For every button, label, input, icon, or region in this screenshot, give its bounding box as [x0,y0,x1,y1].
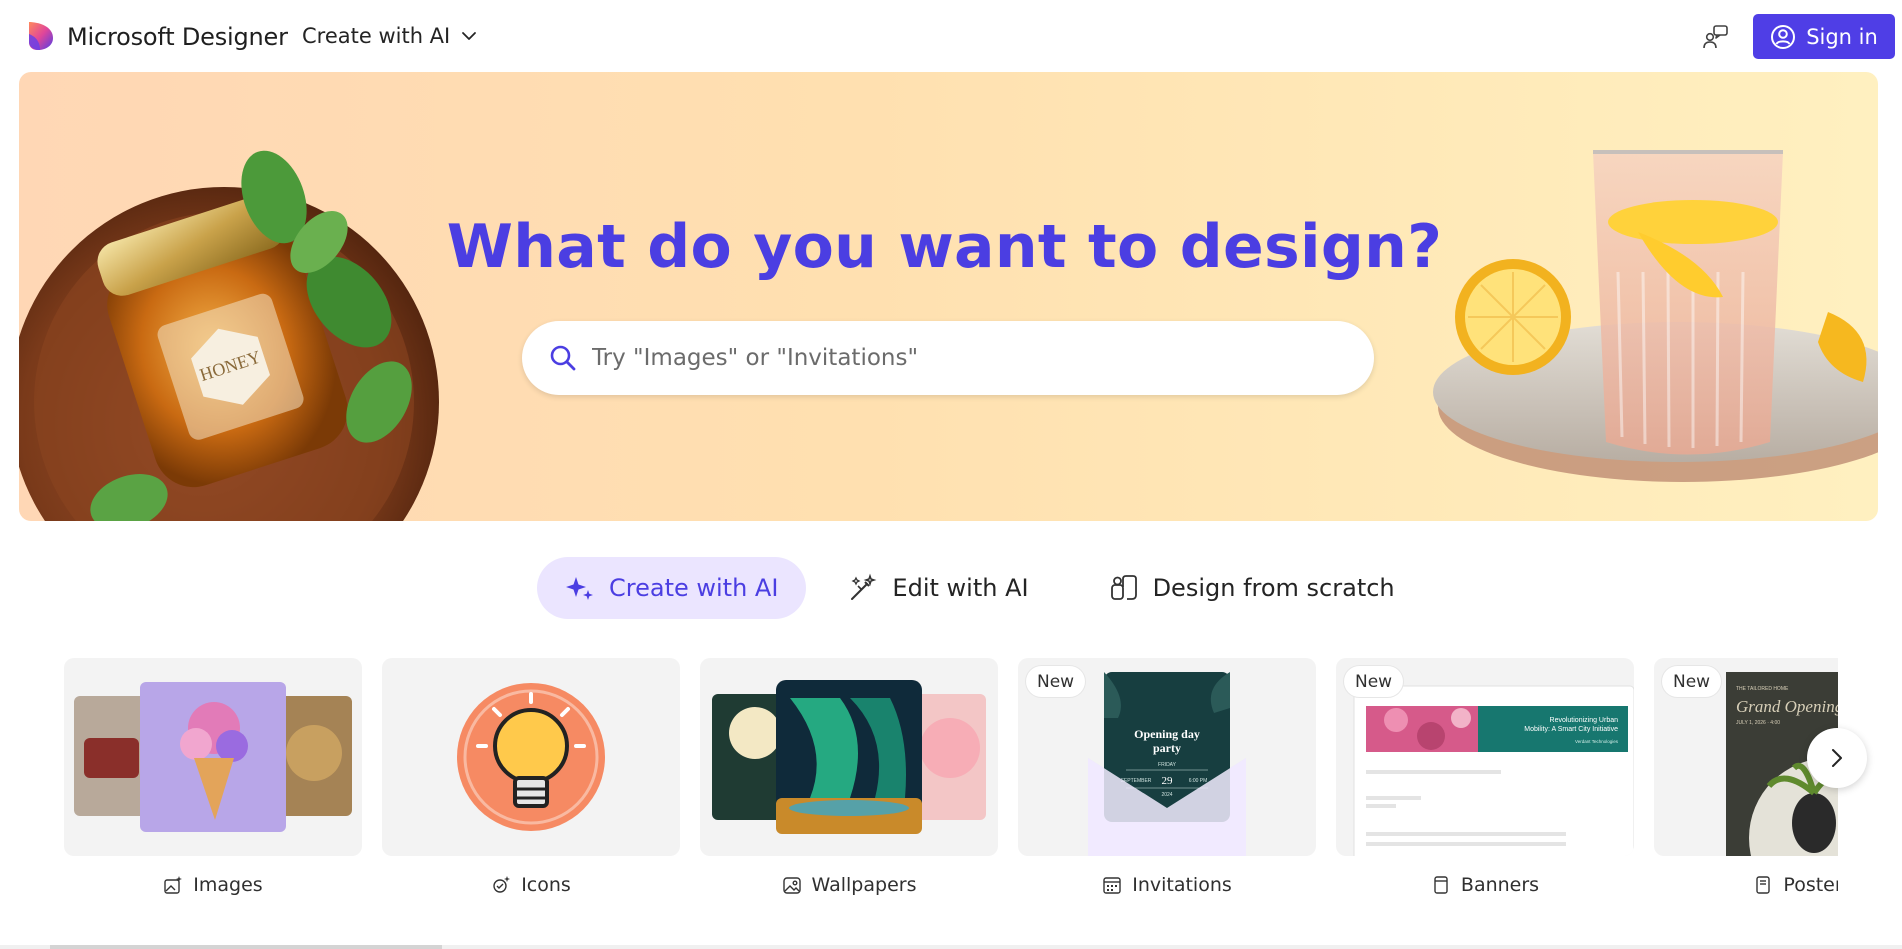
card-label: Invitations [1132,874,1232,896]
chevron-right-icon [1832,749,1842,767]
card-thumbnail [64,658,362,856]
category-card-wallpapers[interactable]: Wallpapers [700,658,998,913]
category-carousel: Images Icons Wallpapers Opening day part… [64,658,1838,913]
create-menu-label: Create with AI [302,24,451,48]
mode-tabs: Create with AI Edit with AI Design from … [537,557,1423,619]
card-label-row: Icons [382,870,680,900]
sign-in-label: Sign in [1806,24,1878,49]
wallpaper-icon [782,877,801,894]
design-search-box[interactable] [522,321,1374,395]
chevron-down-icon [462,32,477,40]
shapes-icon [1110,575,1137,600]
invitation-title-line-2: party [1153,741,1181,755]
new-badge: New [1026,666,1086,697]
lemon-water-illustration [1433,150,1878,482]
tab-create-with-ai[interactable]: Create with AI [537,557,807,619]
sign-in-button[interactable]: Sign in [1753,14,1895,59]
scrollbar-thumb[interactable] [50,945,442,949]
card-label: Icons [521,874,571,896]
card-label-row: Wallpapers [700,870,998,900]
card-label: Banners [1460,874,1540,896]
hero-banner: HONEY What do you want to design? Try "I… [19,72,1878,521]
horizontal-scrollbar[interactable] [0,945,1902,949]
tab-label: Create with AI [609,574,779,602]
microsoft-designer-logo[interactable] [26,20,56,52]
tab-label: Edit with AI [892,574,1029,602]
image-sparkle-icon [164,876,183,894]
search-icon [550,345,576,371]
card-label: Images [193,874,263,896]
invitation-year: 2024 [1161,792,1172,798]
sparkle-icon [566,577,593,600]
card-thumbnail: Opening day party FRIDAY SEPTEMBER 29 6:… [1018,658,1316,856]
banner-headline-line-2: Mobility: A Smart City Initiative [1524,726,1618,733]
top-bar: Microsoft Designer Create with AI Sign i… [0,0,1902,72]
category-card-posters[interactable]: THE TAILORED HOME Grand Opening JULY 1, … [1654,658,1838,913]
tab-label: Design from scratch [1152,574,1395,602]
card-label-row: Invitations [1018,870,1316,900]
search-input[interactable] [592,345,1352,371]
banner-byline: Verdant Technologies [1575,739,1619,744]
poster-icon [1756,876,1771,894]
banner-icon [1434,876,1448,894]
poster-title: Grand Opening [1736,697,1838,716]
carousel-next-button[interactable] [1807,728,1867,788]
category-card-icons[interactable]: Icons [382,658,680,913]
brand-name[interactable]: Microsoft Designer [67,23,288,51]
magic-wand-icon [851,573,877,600]
wallpapers-preview [712,680,986,834]
category-card-banners[interactable]: Revolutionizing Urban Mobility: A Smart … [1336,658,1634,913]
feedback-button[interactable] [1701,23,1731,51]
tab-edit-with-ai[interactable]: Edit with AI [820,557,1056,619]
card-label: Wallpapers [811,874,917,896]
hero-title: What do you want to design? [446,212,1443,282]
create-with-ai-menu[interactable]: Create with AI [302,24,478,48]
card-label-row: Posters [1654,870,1838,900]
feedback-icon [1703,25,1728,49]
images-preview [74,682,352,832]
invitation-time: 6:00 PM [1189,778,1208,784]
calendar-icon [1103,877,1121,894]
icon-sparkle-icon [493,876,511,893]
card-label: Posters [1783,874,1838,896]
invitation-weekday: FRIDAY [1158,762,1177,768]
new-badge: New [1344,666,1404,697]
icons-preview [457,683,605,831]
banner-headline-line-1: Revolutionizing Urban [1550,717,1619,724]
category-card-images[interactable]: Images [64,658,362,913]
poster-kicker: THE TAILORED HOME [1736,686,1789,692]
category-card-invitations[interactable]: Opening day party FRIDAY SEPTEMBER 29 6:… [1018,658,1316,913]
honey-jar-illustration: HONEY [19,150,439,521]
new-badge: New [1662,666,1722,697]
poster-date: JULY 1, 2026 · 4:00 [1736,720,1780,726]
card-label-row: Banners [1336,870,1634,900]
invitation-day: 29 [1162,775,1174,787]
account-icon [1771,24,1796,49]
invitation-title-line-1: Opening day [1134,727,1200,741]
card-thumbnail: Revolutionizing Urban Mobility: A Smart … [1336,658,1634,856]
card-label-row: Images [64,870,362,900]
card-thumbnail [700,658,998,856]
tab-design-from-scratch[interactable]: Design from scratch [1081,557,1423,619]
card-thumbnail [382,658,680,856]
